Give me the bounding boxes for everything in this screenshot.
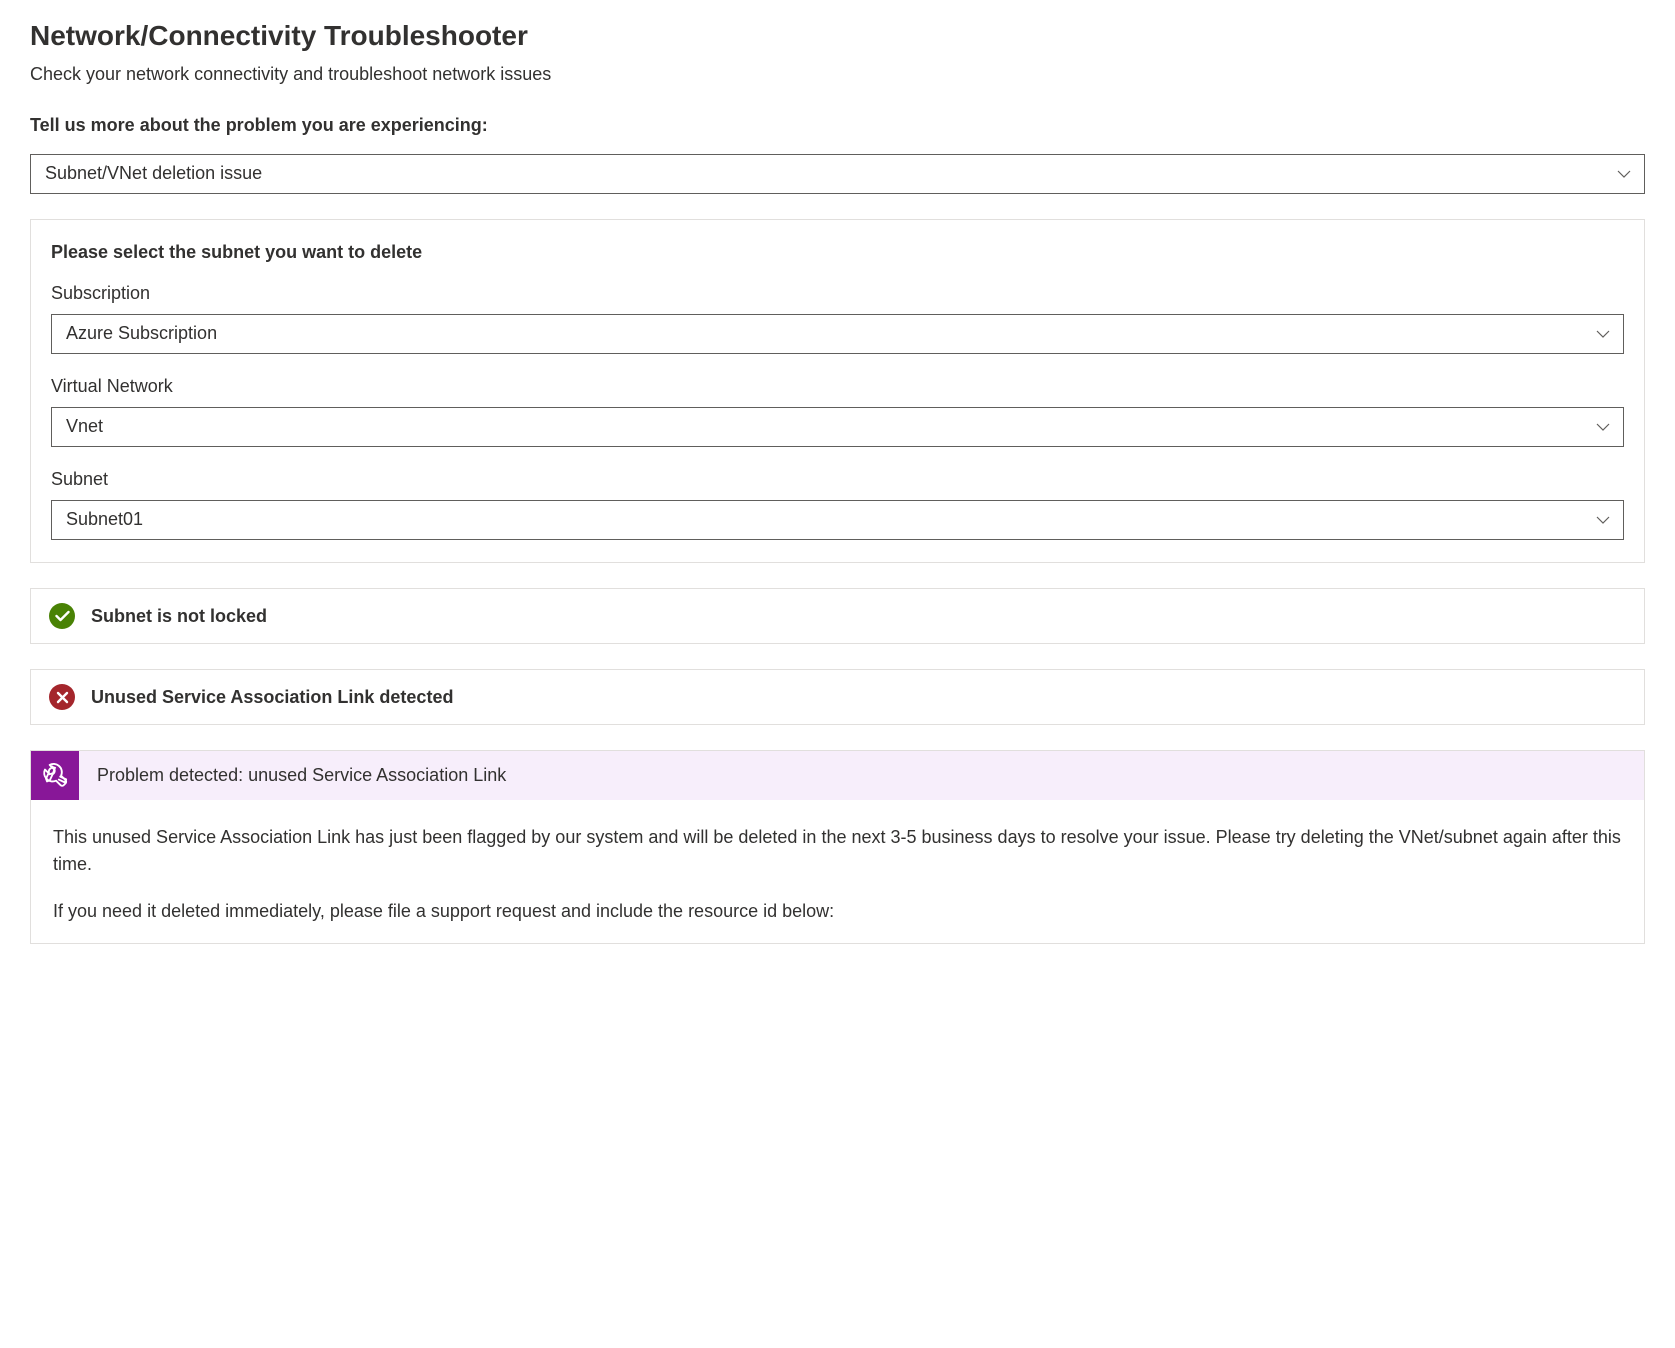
error-icon xyxy=(49,684,75,710)
status-locked-row: Subnet is not locked xyxy=(30,588,1645,644)
subscription-select[interactable]: Azure Subscription xyxy=(51,314,1624,354)
subscription-field-group: Subscription Azure Subscription xyxy=(51,283,1624,354)
problem-header: Problem detected: unused Service Associa… xyxy=(31,751,1644,800)
status-sal-row: Unused Service Association Link detected xyxy=(30,669,1645,725)
problem-body: This unused Service Association Link has… xyxy=(31,800,1644,943)
subnet-select-button[interactable]: Subnet01 xyxy=(51,500,1624,540)
virtual-network-label: Virtual Network xyxy=(51,376,1624,397)
page-title: Network/Connectivity Troubleshooter xyxy=(30,20,1645,52)
problem-paragraph-2: If you need it deleted immediately, plea… xyxy=(53,898,1622,925)
virtual-network-select[interactable]: Vnet xyxy=(51,407,1624,447)
problem-detail-panel: Problem detected: unused Service Associa… xyxy=(30,750,1645,944)
subnet-field-group: Subnet Subnet01 xyxy=(51,469,1624,540)
subnet-panel-title: Please select the subnet you want to del… xyxy=(51,242,1624,263)
status-sal-text: Unused Service Association Link detected xyxy=(91,687,453,708)
success-icon xyxy=(49,603,75,629)
page-subtitle: Check your network connectivity and trou… xyxy=(30,64,1645,85)
virtual-network-field-group: Virtual Network Vnet xyxy=(51,376,1624,447)
problem-selector-label: Tell us more about the problem you are e… xyxy=(30,115,1645,136)
subnet-label: Subnet xyxy=(51,469,1624,490)
problem-header-text: Problem detected: unused Service Associa… xyxy=(79,751,524,800)
problem-paragraph-1: This unused Service Association Link has… xyxy=(53,824,1622,878)
subnet-selection-panel: Please select the subnet you want to del… xyxy=(30,219,1645,563)
subscription-label: Subscription xyxy=(51,283,1624,304)
problem-selector[interactable]: Subnet/VNet deletion issue xyxy=(30,154,1645,194)
virtual-network-select-button[interactable]: Vnet xyxy=(51,407,1624,447)
subnet-select[interactable]: Subnet01 xyxy=(51,500,1624,540)
wrench-icon xyxy=(31,751,79,800)
subscription-select-button[interactable]: Azure Subscription xyxy=(51,314,1624,354)
problem-selector-button[interactable]: Subnet/VNet deletion issue xyxy=(30,154,1645,194)
status-locked-text: Subnet is not locked xyxy=(91,606,267,627)
